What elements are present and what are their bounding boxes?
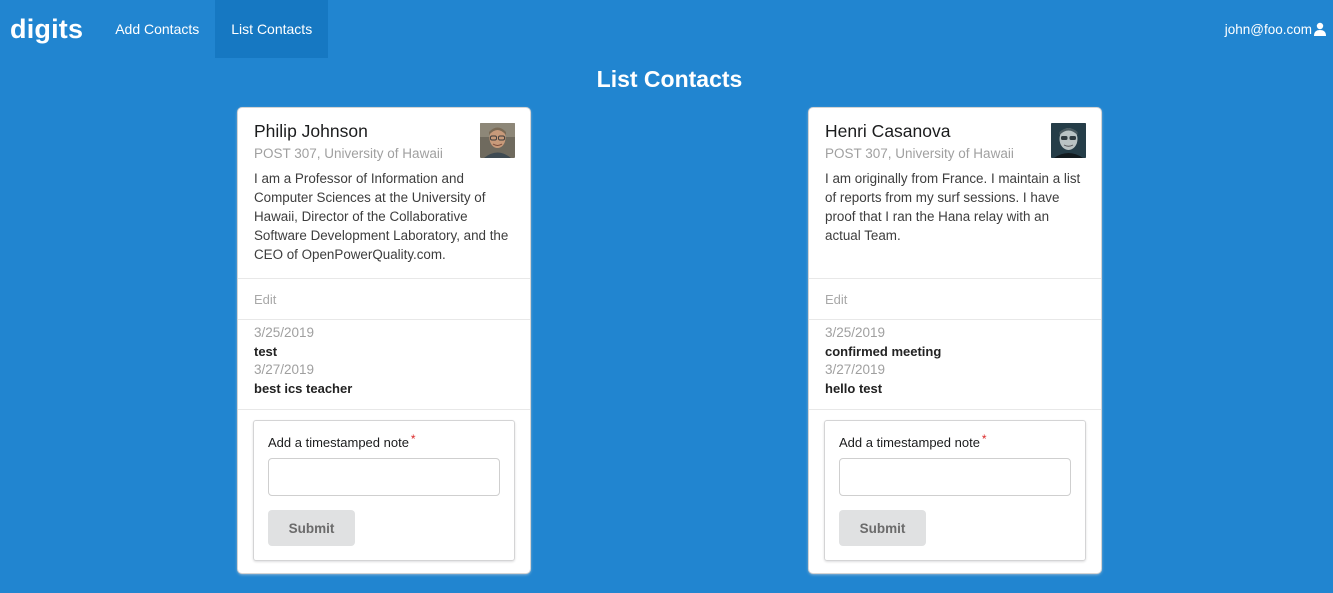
- notes-list: 3/25/2019 test 3/27/2019 best ics teache…: [254, 324, 514, 398]
- note-input[interactable]: [839, 458, 1071, 496]
- required-marker: *: [981, 432, 987, 446]
- brand-logo[interactable]: digits: [0, 0, 93, 58]
- note-date: 3/27/2019: [825, 362, 886, 377]
- contact-description: I am originally from France. I maintain …: [825, 171, 1081, 243]
- navbar: digits Add Contacts List Contacts john@f…: [0, 0, 1333, 58]
- nav-add-contacts[interactable]: Add Contacts: [99, 0, 215, 58]
- note-field-label-text: Add a timestamped note: [839, 435, 980, 450]
- contact-description: I am a Professor of Information and Comp…: [254, 171, 509, 262]
- note-text: hello test: [825, 381, 883, 396]
- card-content: Henri Casanova POST 307, University of H…: [809, 108, 1101, 278]
- required-marker: *: [410, 432, 416, 446]
- card-content: Philip Johnson POST 307, University of H…: [238, 108, 530, 278]
- notes-list: 3/25/2019 confirmed meeting 3/27/2019 he…: [825, 324, 1085, 398]
- contact-card: Henri Casanova POST 307, University of H…: [809, 108, 1101, 573]
- divider: [809, 278, 1101, 279]
- contact-avatar: [1051, 123, 1086, 158]
- edit-link[interactable]: Edit: [254, 292, 276, 307]
- contact-address: POST 307, University of Hawaii: [825, 146, 1014, 161]
- note-text: test: [254, 344, 278, 359]
- divider: [238, 409, 530, 410]
- note-date: 3/25/2019: [825, 325, 886, 340]
- note-field-label: Add a timestamped note *: [268, 432, 416, 450]
- add-note-form: Add a timestamped note * Submit: [253, 420, 515, 561]
- divider: [809, 319, 1101, 320]
- user-menu[interactable]: john@foo.com: [1225, 0, 1327, 58]
- note-date: 3/25/2019: [254, 325, 315, 340]
- divider: [238, 278, 530, 279]
- note-text: confirmed meeting: [825, 344, 942, 359]
- submit-button[interactable]: Submit: [839, 510, 926, 546]
- divider: [238, 319, 530, 320]
- divider: [809, 409, 1101, 410]
- note-date: 3/27/2019: [254, 362, 315, 377]
- note-input[interactable]: [268, 458, 500, 496]
- contact-address: POST 307, University of Hawaii: [254, 146, 443, 161]
- add-note-form: Add a timestamped note * Submit: [824, 420, 1086, 561]
- page-title: List Contacts: [596, 66, 743, 92]
- note-field-label: Add a timestamped note *: [839, 432, 987, 450]
- contact-name: Philip Johnson: [254, 121, 368, 141]
- user-email: john@foo.com: [1224, 21, 1312, 37]
- edit-link[interactable]: Edit: [825, 292, 847, 307]
- nav-list-contacts[interactable]: List Contacts: [215, 0, 329, 58]
- contact-avatar: [480, 123, 515, 158]
- contact-name: Henri Casanova: [825, 121, 951, 141]
- note-text: best ics teacher: [254, 381, 353, 396]
- user-icon: [1314, 22, 1326, 36]
- submit-button[interactable]: Submit: [268, 510, 355, 546]
- contact-card: Philip Johnson POST 307, University of H…: [238, 108, 530, 573]
- note-field-label-text: Add a timestamped note: [268, 435, 409, 450]
